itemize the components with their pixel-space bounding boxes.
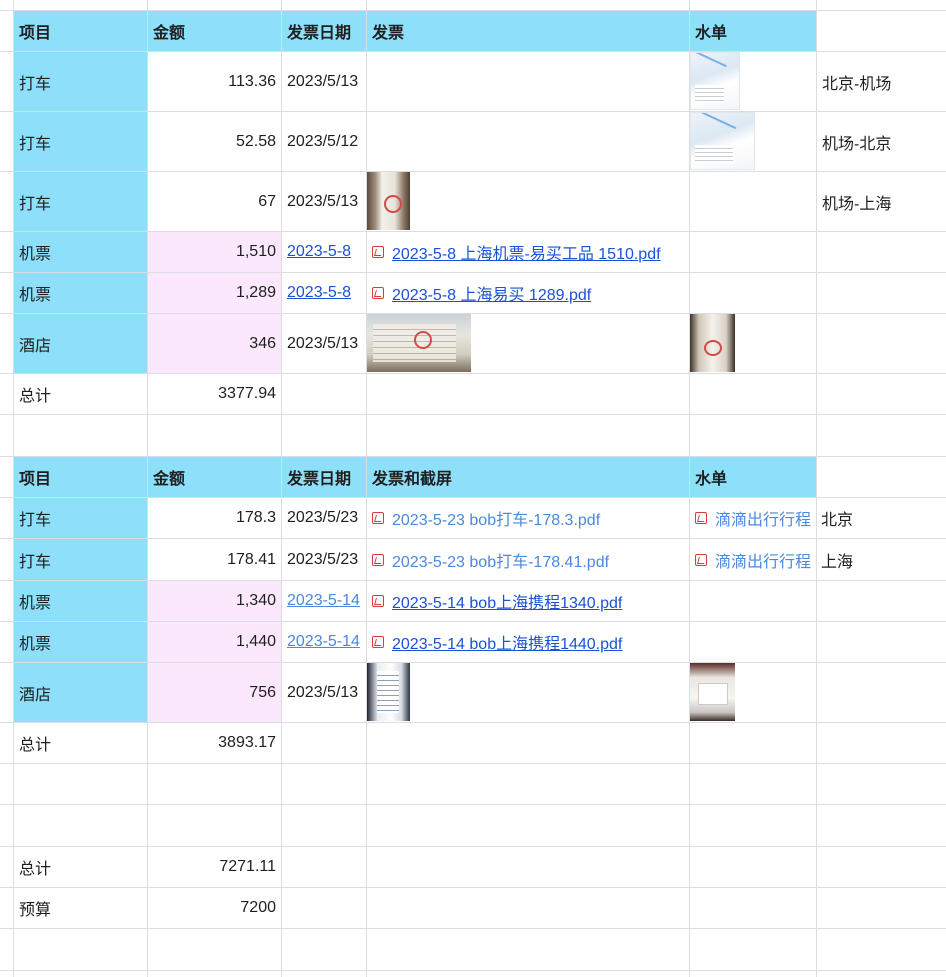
grid-line xyxy=(0,804,946,805)
item-cell[interactable]: 机票 xyxy=(14,581,147,621)
invoice-file-link[interactable]: 2023-5-8 上海易买 1289.pdf xyxy=(392,281,591,305)
date-cell[interactable]: 2023/5/13 xyxy=(282,52,366,111)
amount-cell[interactable]: 67 xyxy=(148,172,281,231)
header-cell-invoice-date[interactable]: 发票日期 xyxy=(282,11,366,51)
pdf-file-icon xyxy=(372,595,384,607)
invoice-file-cell[interactable]: 2023-5-14 bob上海携程1340.pdf xyxy=(367,581,689,621)
pdf-file-icon xyxy=(372,246,384,258)
grand-total-value-cell[interactable]: 7271.11 xyxy=(148,847,281,887)
item-cell[interactable]: 酒店 xyxy=(14,663,147,722)
grid-line xyxy=(0,970,946,971)
invoice-file-chip[interactable]: 2023-5-23 bob打车-178.3.pdf xyxy=(392,506,600,530)
hotel-invoice-photo[interactable] xyxy=(367,663,410,721)
date-cell[interactable]: 2023-5-14 xyxy=(282,622,366,662)
amount-cell[interactable]: 113.36 xyxy=(148,52,281,111)
grid-line xyxy=(0,414,946,415)
amount-cell[interactable]: 1,510 xyxy=(148,232,281,272)
date-cell[interactable]: 2023/5/13 xyxy=(282,663,366,722)
amount-cell[interactable]: 1,340 xyxy=(148,581,281,621)
invoice-file-link[interactable]: 2023-5-14 bob上海携程1440.pdf xyxy=(392,630,622,654)
date-link[interactable]: 2023-5-8 xyxy=(287,284,351,302)
route-note-cell[interactable]: 机场-北京 xyxy=(817,112,946,171)
date-cell[interactable]: 2023-5-8 xyxy=(282,232,366,272)
amount-cell[interactable]: 1,289 xyxy=(148,273,281,313)
item-cell[interactable]: 打车 xyxy=(14,498,147,538)
amount-cell[interactable]: 52.58 xyxy=(148,112,281,171)
ride-receipt-screenshot[interactable] xyxy=(690,52,740,110)
item-cell[interactable]: 打车 xyxy=(14,52,147,111)
date-cell[interactable]: 2023/5/13 xyxy=(282,172,366,231)
grand-total-label-cell[interactable]: 总计 xyxy=(14,847,147,887)
amount-cell[interactable]: 178.41 xyxy=(148,539,281,580)
total-value-cell[interactable]: 3893.17 xyxy=(148,723,281,763)
item-cell[interactable]: 机票 xyxy=(14,232,147,272)
item-cell[interactable]: 酒店 xyxy=(14,314,147,373)
date-link[interactable]: 2023-5-8 xyxy=(287,243,351,261)
header-cell-receipt[interactable]: 水单 xyxy=(690,11,816,51)
city-note-cell[interactable]: 北京 xyxy=(817,498,946,538)
header-cell-invoice-date[interactable]: 发票日期 xyxy=(282,457,366,497)
hotel-receipt-photo[interactable] xyxy=(690,663,735,721)
invoice-file-cell[interactable]: 2023-5-23 bob打车-178.41.pdf xyxy=(367,539,689,580)
pdf-file-icon xyxy=(372,512,384,524)
city-note-cell[interactable]: 上海 xyxy=(817,539,946,580)
invoice-file-link[interactable]: 2023-5-8 上海机票-易买工品 1510.pdf xyxy=(392,240,661,264)
receipt-file-chip[interactable]: 滴滴出行行程 xyxy=(715,506,811,530)
invoice-file-cell[interactable]: 2023-5-23 bob打车-178.3.pdf xyxy=(367,498,689,538)
header-cell-amount[interactable]: 金额 xyxy=(148,457,281,497)
hotel-receipt-photo[interactable] xyxy=(690,314,735,372)
pdf-file-icon xyxy=(372,636,384,648)
header-cell-item[interactable]: 项目 xyxy=(14,11,147,51)
total-label-cell[interactable]: 总计 xyxy=(14,374,147,414)
amount-cell[interactable]: 756 xyxy=(148,663,281,722)
grid-line xyxy=(0,928,946,929)
date-cell[interactable]: 2023-5-14 xyxy=(282,581,366,621)
item-cell[interactable]: 打车 xyxy=(14,172,147,231)
invoice-file-cell[interactable]: 2023-5-8 上海易买 1289.pdf xyxy=(367,273,689,313)
budget-label-cell[interactable]: 预算 xyxy=(14,888,147,928)
total-value-cell[interactable]: 3377.94 xyxy=(148,374,281,414)
item-cell[interactable]: 机票 xyxy=(14,622,147,662)
header-cell-amount[interactable]: 金额 xyxy=(148,11,281,51)
hotel-invoice-photo[interactable] xyxy=(367,314,471,372)
receipt-file-chip[interactable]: 滴滴出行行程 xyxy=(715,548,811,572)
invoice-photo[interactable] xyxy=(367,172,410,230)
header-cell-invoice-and-screenshot[interactable]: 发票和截屏 xyxy=(367,457,689,497)
invoice-file-cell[interactable]: 2023-5-8 上海机票-易买工品 1510.pdf xyxy=(367,232,689,272)
invoice-file-chip[interactable]: 2023-5-23 bob打车-178.41.pdf xyxy=(392,548,609,572)
invoice-file-cell[interactable]: 2023-5-14 bob上海携程1440.pdf xyxy=(367,622,689,662)
route-note-cell[interactable]: 北京-机场 xyxy=(817,52,946,111)
header-cell-invoice[interactable]: 发票 xyxy=(367,11,689,51)
invoice-file-link[interactable]: 2023-5-14 bob上海携程1340.pdf xyxy=(392,589,622,613)
item-cell[interactable]: 打车 xyxy=(14,539,147,580)
date-link[interactable]: 2023-5-14 xyxy=(287,633,360,651)
date-cell[interactable]: 2023/5/13 xyxy=(282,314,366,373)
route-note-cell[interactable]: 机场-上海 xyxy=(817,172,946,231)
receipt-file-cell[interactable]: 滴滴出行行程 xyxy=(690,498,816,538)
pdf-file-icon xyxy=(695,553,707,566)
date-cell[interactable]: 2023/5/12 xyxy=(282,112,366,171)
date-link[interactable]: 2023-5-14 xyxy=(287,592,360,610)
item-cell[interactable]: 机票 xyxy=(14,273,147,313)
budget-value-cell[interactable]: 7200 xyxy=(148,888,281,928)
date-cell[interactable]: 2023/5/23 xyxy=(282,498,366,538)
pdf-file-icon xyxy=(372,287,384,299)
amount-cell[interactable]: 178.3 xyxy=(148,498,281,538)
receipt-file-cell[interactable]: 滴滴出行行程 xyxy=(690,539,816,580)
spreadsheet: 项目 金额 发票日期 发票 水单 打车 113.36 2023/5/13 北京-… xyxy=(0,0,946,977)
ride-receipt-screenshot[interactable] xyxy=(690,112,755,170)
grid-line xyxy=(0,763,946,764)
item-cell[interactable]: 打车 xyxy=(14,112,147,171)
amount-cell[interactable]: 346 xyxy=(148,314,281,373)
date-cell[interactable]: 2023-5-8 xyxy=(282,273,366,313)
pdf-file-icon xyxy=(372,553,384,566)
header-cell-receipt[interactable]: 水单 xyxy=(690,457,816,497)
header-cell-item[interactable]: 项目 xyxy=(14,457,147,497)
amount-cell[interactable]: 1,440 xyxy=(148,622,281,662)
total-label-cell[interactable]: 总计 xyxy=(14,723,147,763)
pdf-file-icon xyxy=(695,512,707,524)
date-cell[interactable]: 2023/5/23 xyxy=(282,539,366,580)
